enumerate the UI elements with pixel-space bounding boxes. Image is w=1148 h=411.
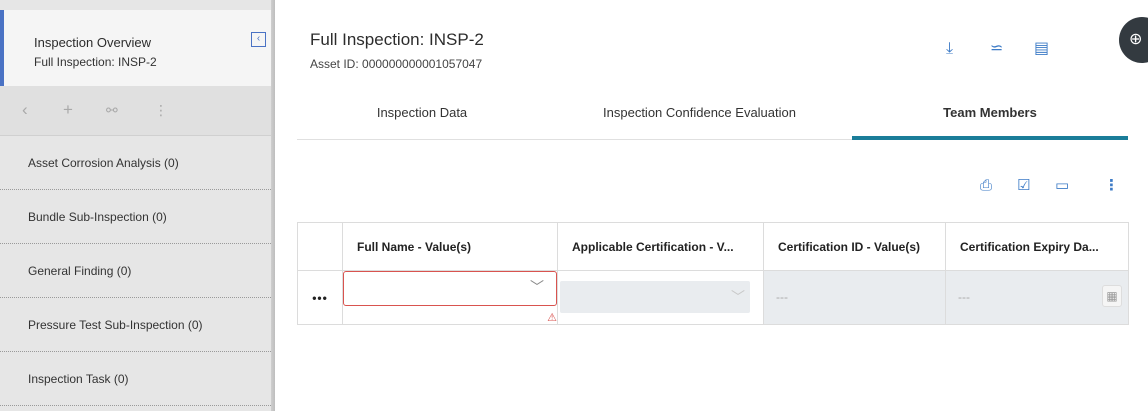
clipboard-icon[interactable]: ▤ — [1034, 40, 1049, 58]
sidebar-item-label: Bundle Sub-Inspection (0) — [28, 210, 167, 224]
certification-id-cell: --- — [763, 270, 946, 325]
table-row: ••• ﹀ ⚠ ﹀ --- --- ▦ — [297, 270, 1129, 325]
sidebar: Inspection Overview Full Inspection: INS… — [0, 0, 275, 411]
print-icon[interactable]: ⎙ — [980, 178, 992, 194]
checkbox-icon[interactable]: ☑ — [1017, 178, 1030, 194]
sidebar-item-label: Pressure Test Sub-Inspection (0) — [28, 318, 203, 332]
applicable-certification-select: ﹀ — [560, 281, 750, 313]
collapse-sidebar-icon[interactable]: ‹ — [251, 32, 266, 47]
grid-header-row: Full Name - Value(s) Applicable Certific… — [297, 222, 1129, 271]
applicable-certification-cell: ﹀ — [557, 270, 764, 325]
save-icon[interactable]: ▭ — [1055, 178, 1069, 194]
column-header-applicable-certification[interactable]: Applicable Certification - V... — [557, 222, 764, 271]
certification-expiry-field — [946, 271, 1128, 324]
sidebar-resize-handle[interactable] — [271, 0, 275, 411]
column-header-full-name[interactable]: Full Name - Value(s) — [342, 222, 558, 271]
certification-expiry-value: --- — [958, 290, 970, 304]
sidebar-toolbar: ‹ + ⚯ ⋮ — [0, 86, 271, 136]
sidebar-item-general-finding[interactable]: General Finding (0) — [0, 244, 271, 298]
asset-id: Asset ID: 000000000001057047 — [310, 57, 483, 71]
side-panel-toggle-button[interactable]: ⊕ — [1119, 17, 1148, 63]
tab-inspection-data[interactable]: Inspection Data — [297, 90, 547, 140]
download-icon[interactable]: ⤓ — [946, 40, 953, 58]
column-header-certification-expiry[interactable]: Certification Expiry Da... — [945, 222, 1129, 271]
sidebar-item-label: General Finding (0) — [28, 264, 132, 278]
certification-id-value: --- — [776, 290, 788, 304]
add-icon[interactable]: + — [63, 100, 73, 120]
calendar-icon[interactable]: ▦ — [1102, 285, 1122, 307]
certification-id-field — [764, 271, 945, 324]
compare-icon[interactable]: ⋍ — [990, 40, 1003, 58]
warning-icon: ⚠ — [547, 312, 557, 324]
sidebar-item-asset-corrosion-analysis[interactable]: Asset Corrosion Analysis (0) — [0, 136, 271, 190]
full-name-cell: ﹀ ⚠ — [342, 270, 558, 325]
tab-team-members[interactable]: Team Members — [852, 90, 1128, 140]
back-icon[interactable]: ‹ — [22, 100, 28, 120]
chevron-down-icon: ﹀ — [530, 279, 544, 295]
row-actions-button[interactable]: ••• — [297, 270, 343, 325]
column-header-certification-id[interactable]: Certification ID - Value(s) — [763, 222, 946, 271]
tab-inspection-confidence-evaluation[interactable]: Inspection Confidence Evaluation — [547, 90, 852, 140]
sidebar-header: Inspection Overview Full Inspection: INS… — [0, 10, 275, 86]
sidebar-item-label: Asset Corrosion Analysis (0) — [28, 156, 179, 170]
sidebar-subtitle: Full Inspection: INSP-2 — [34, 55, 157, 69]
chevron-down-icon: ﹀ — [731, 289, 745, 305]
sidebar-item-pressure-test-sub-inspection[interactable]: Pressure Test Sub-Inspection (0) — [0, 298, 271, 352]
tab-bar: Inspection Data Inspection Confidence Ev… — [297, 90, 1128, 140]
sidebar-item-bundle-sub-inspection[interactable]: Bundle Sub-Inspection (0) — [0, 190, 271, 244]
link-icon[interactable]: ⚯ — [106, 100, 118, 120]
sidebar-item-inspection-task[interactable]: Inspection Task (0) — [0, 352, 271, 406]
certification-expiry-cell: --- ▦ — [945, 270, 1129, 325]
page-title: Full Inspection: INSP-2 — [310, 30, 484, 49]
sidebar-title: Inspection Overview — [34, 35, 152, 50]
column-header-actions — [297, 222, 343, 271]
team-members-grid: Full Name - Value(s) Applicable Certific… — [297, 222, 1129, 325]
more-vertical-icon[interactable]: ⋮ — [1104, 178, 1119, 194]
more-vertical-icon[interactable]: ⋮ — [154, 100, 168, 120]
sidebar-item-label: Inspection Task (0) — [28, 372, 129, 386]
full-name-select[interactable]: ﹀ — [343, 271, 557, 306]
